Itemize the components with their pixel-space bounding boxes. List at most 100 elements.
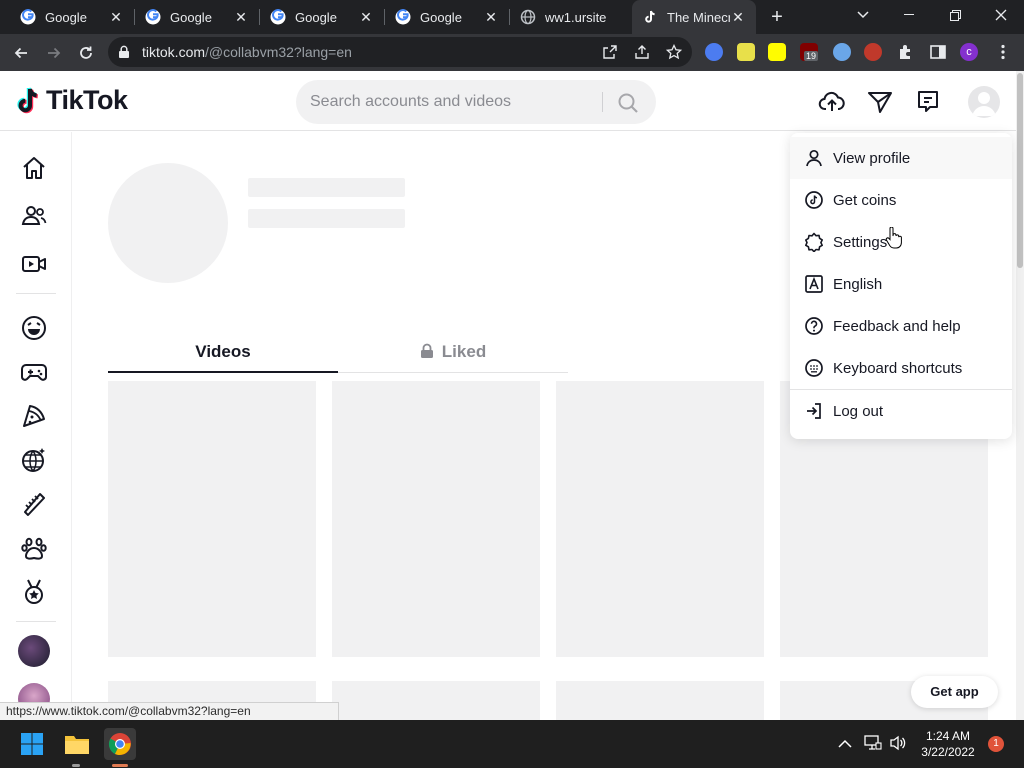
close-tab-icon[interactable]: ✕ [358, 9, 374, 25]
taskbar-indicator [72, 764, 80, 767]
tiktok-logo-icon [17, 87, 39, 113]
menu-item-feedback[interactable]: Feedback and help [790, 305, 1012, 347]
tab-search-icon[interactable] [840, 0, 886, 30]
logo-text: TikTok [46, 85, 128, 115]
file-explorer-icon[interactable] [61, 728, 93, 760]
menu-item-label: Feedback and help [833, 317, 961, 335]
hand-cursor-icon [885, 226, 903, 254]
address-bar[interactable]: tiktok.com/@collabvm32?lang=en [108, 37, 692, 67]
volume-icon[interactable] [889, 735, 907, 756]
close-tab-icon[interactable]: ✕ [730, 9, 746, 25]
menu-item-log-out[interactable]: Log out [790, 390, 1012, 432]
get-app-button[interactable]: Get app [911, 676, 998, 708]
reload-button[interactable] [73, 40, 99, 66]
tab-videos[interactable]: Videos [108, 333, 338, 373]
tab-liked-label: Liked [441, 342, 487, 361]
tab-title: Google [420, 9, 462, 25]
inbox-icon[interactable] [914, 88, 942, 116]
menu-item-view-profile[interactable]: View profile [790, 137, 1012, 179]
globe-icon [520, 9, 536, 25]
bookmark-star-icon[interactable] [665, 43, 683, 60]
extension-snapchat-icon[interactable] [768, 43, 786, 61]
url-text: tiktok.com/@collabvm32?lang=en [142, 44, 352, 60]
chrome-menu-icon[interactable] [994, 43, 1012, 61]
extensions-puzzle-icon[interactable] [897, 43, 915, 61]
tab-title: Google [45, 9, 87, 25]
logout-icon [807, 403, 821, 419]
notification-badge[interactable]: 1 [988, 736, 1004, 752]
close-window-button[interactable] [978, 0, 1024, 30]
video-placeholder [332, 681, 540, 720]
browser-tab[interactable]: ww1.ursite [510, 0, 632, 34]
sidebar-divider [16, 293, 56, 294]
browser-tab[interactable]: Google ✕ [135, 0, 259, 34]
network-icon[interactable] [864, 735, 882, 756]
extension-yellow-icon[interactable] [737, 43, 755, 61]
search-bar[interactable]: Search accounts and videos [296, 80, 656, 124]
browser-tab[interactable]: Google ✕ [260, 0, 384, 34]
search-icon[interactable] [616, 91, 640, 115]
tab-title: Google [295, 9, 337, 25]
account-dropdown-menu: View profile Get coins Settings English … [790, 133, 1012, 439]
menu-item-label: Log out [833, 402, 884, 420]
open-in-app-icon[interactable] [602, 44, 618, 60]
close-tab-icon[interactable]: ✕ [108, 9, 124, 25]
language-icon [805, 275, 823, 293]
minimize-button[interactable] [886, 0, 932, 30]
page-scrollbar[interactable] [1016, 71, 1024, 720]
messages-send-icon[interactable] [866, 88, 894, 116]
site-header: TikTok Search accounts and videos [0, 71, 1016, 131]
restore-button[interactable] [932, 0, 978, 30]
extension-character-icon[interactable] [864, 43, 882, 61]
followed-account-avatar[interactable] [18, 635, 50, 667]
tiktok-icon [642, 9, 658, 25]
beauty-comb-icon[interactable] [20, 490, 48, 518]
tiktok-page: TikTok Search accounts and videos Videos… [0, 71, 1024, 720]
chrome-profile-avatar[interactable]: c [960, 43, 978, 61]
menu-item-language[interactable]: English [790, 263, 1012, 305]
system-clock[interactable]: 1:24 AM 3/22/2022 [912, 728, 984, 760]
username-placeholder [248, 178, 405, 197]
sports-medal-icon[interactable] [20, 578, 48, 606]
url-host: tiktok.com [142, 44, 206, 60]
search-input[interactable]: Search accounts and videos [310, 93, 511, 111]
video-placeholder [332, 381, 540, 657]
comedy-icon[interactable] [20, 314, 48, 342]
google-icon [270, 9, 286, 25]
tiktok-logo[interactable]: TikTok [16, 85, 128, 116]
sidebar-divider [16, 621, 56, 622]
share-icon[interactable] [634, 44, 650, 60]
scrollbar-thumb[interactable] [1017, 73, 1023, 268]
show-hidden-icons-chevron-icon[interactable] [838, 736, 852, 754]
home-icon[interactable] [20, 154, 48, 182]
close-tab-icon[interactable]: ✕ [233, 9, 249, 25]
menu-item-keyboard-shortcuts[interactable]: Keyboard shortcuts [790, 347, 1012, 389]
upload-icon[interactable] [818, 88, 846, 116]
side-panel-icon[interactable] [929, 43, 947, 61]
extension-vpn-icon[interactable] [833, 43, 851, 61]
close-tab-icon[interactable]: ✕ [483, 9, 499, 25]
menu-item-get-coins[interactable]: Get coins [790, 179, 1012, 221]
back-button[interactable] [8, 40, 34, 66]
dance-icon[interactable] [20, 446, 48, 474]
animals-paw-icon[interactable] [20, 534, 48, 562]
lock-icon [118, 45, 130, 64]
windows-start-icon[interactable] [16, 728, 48, 760]
menu-item-label: Get coins [833, 191, 897, 209]
following-icon[interactable] [20, 202, 48, 230]
video-placeholder [108, 381, 316, 657]
user-avatar[interactable] [968, 86, 1000, 118]
chrome-taskbar-icon[interactable] [104, 728, 136, 760]
browser-tab[interactable]: Google ✕ [10, 0, 134, 34]
extension-blue-icon[interactable] [705, 43, 723, 61]
ublock-extension-icon[interactable]: 19 [800, 43, 819, 61]
forward-button[interactable] [41, 40, 67, 66]
browser-tab[interactable]: Google ✕ [385, 0, 509, 34]
gaming-icon[interactable] [20, 358, 48, 386]
new-tab-button[interactable]: + [766, 6, 788, 28]
live-icon[interactable] [20, 250, 48, 278]
food-icon[interactable] [20, 402, 48, 430]
menu-item-label: Keyboard shortcuts [833, 359, 963, 377]
tab-liked[interactable]: Liked [338, 333, 568, 373]
browser-tab-active[interactable]: The Minecr ✕ [632, 0, 756, 34]
